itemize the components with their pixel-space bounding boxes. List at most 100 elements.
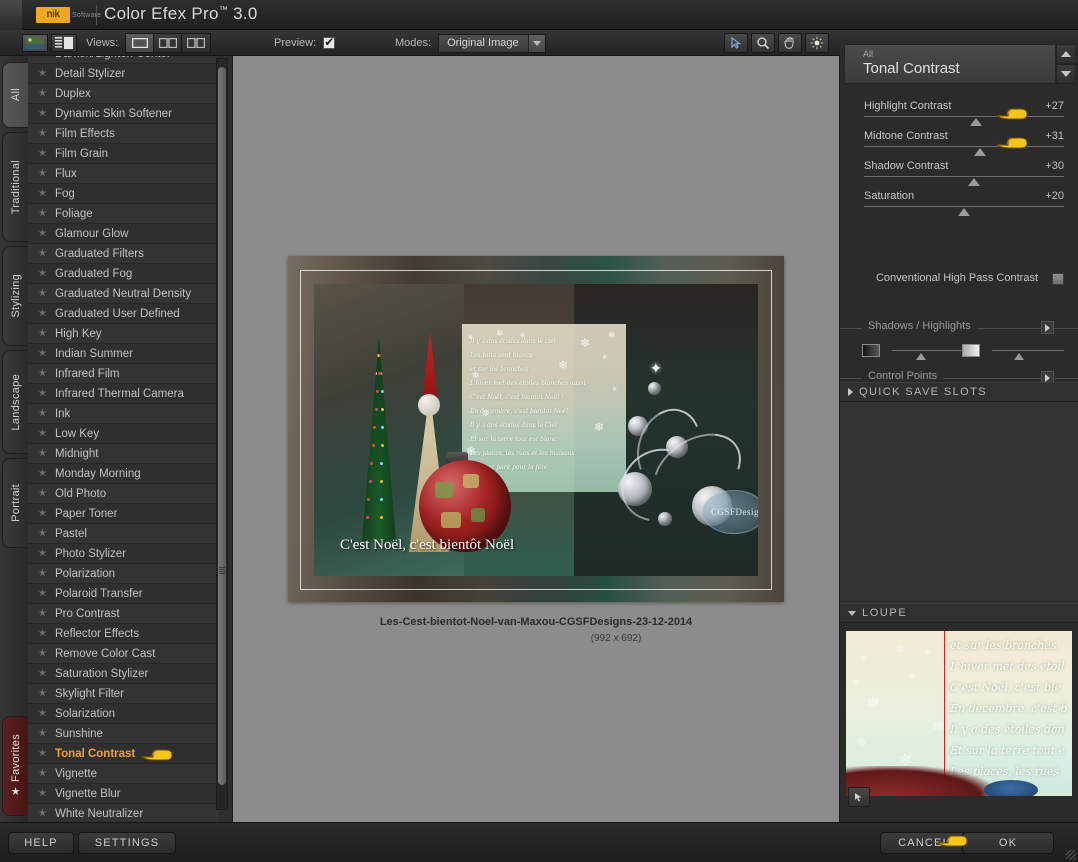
arrow-tool-button[interactable] <box>724 33 748 53</box>
highlights-swatch[interactable] <box>962 344 980 357</box>
star-icon[interactable]: ★ <box>38 608 47 619</box>
star-icon[interactable]: ★ <box>38 788 47 799</box>
filter-list-item[interactable]: ★ Sunshine <box>28 724 218 744</box>
sidebar-item-landscape[interactable]: Landscape <box>2 350 28 454</box>
settings-button[interactable]: SETTINGS <box>78 832 176 854</box>
filter-list-item[interactable]: ★ Polarization <box>28 564 218 584</box>
image-thumbnail-toggle[interactable] <box>22 34 48 52</box>
loupe-preview[interactable]: ❄❄❄❄❄❄❄❄❄❄ et sur les branchesL'hiver me… <box>846 631 1072 796</box>
filter-list-item[interactable]: ★ Dynamic Skin Softener <box>28 104 218 124</box>
filter-list-item[interactable]: ★ Polaroid Transfer <box>28 584 218 604</box>
preview-canvas[interactable]: Il y a des étoiles dans le ciel Les toits… <box>233 56 840 822</box>
star-icon[interactable]: ★ <box>38 68 47 79</box>
filter-list-item[interactable]: ★ Pastel <box>28 524 218 544</box>
star-icon[interactable]: ★ <box>38 768 47 779</box>
filter-list[interactable]: ★ Darken/Lighten Center ★ Detail Stylizer ★ D… <box>28 56 218 822</box>
star-icon[interactable]: ★ <box>38 428 47 439</box>
slider-knob[interactable] <box>970 118 982 126</box>
star-icon[interactable]: ★ <box>38 488 47 499</box>
filter-list-item[interactable]: ★ Ink <box>28 404 218 424</box>
pan-tool-button[interactable] <box>778 33 802 53</box>
star-icon[interactable]: ★ <box>38 228 47 239</box>
star-icon[interactable]: ★ <box>38 688 47 699</box>
star-icon[interactable]: ★ <box>38 408 47 419</box>
preview-image-wrapper[interactable]: Il y a des étoiles dans le ciel Les toits… <box>288 256 784 602</box>
shadows-highlights-controls[interactable] <box>840 344 1078 372</box>
filter-list-item[interactable]: ★ Graduated Fog <box>28 264 218 284</box>
list-view-toggle[interactable] <box>51 34 77 52</box>
loupe-panel[interactable]: ❄❄❄❄❄❄❄❄❄❄ et sur les branchesL'hiver me… <box>840 623 1078 813</box>
preview-checkbox[interactable] <box>323 35 336 49</box>
split-view-button[interactable] <box>154 34 183 52</box>
star-icon[interactable]: ★ <box>38 268 47 279</box>
star-icon[interactable]: ★ <box>38 148 47 159</box>
filter-list-item[interactable]: ★ Reflector Effects <box>28 624 218 644</box>
filter-list-item[interactable]: ★ Photo Stylizer <box>28 544 218 564</box>
filter-list-item[interactable]: ★ Tonal Contrast <box>28 744 218 764</box>
star-icon[interactable]: ★ <box>38 348 47 359</box>
star-icon[interactable]: ★ <box>38 328 47 339</box>
sidebar-item-stylizing[interactable]: Stylizing <box>2 246 28 346</box>
star-icon[interactable]: ★ <box>38 368 47 379</box>
star-icon[interactable]: ★ <box>38 168 47 179</box>
filter-list-item[interactable]: ★ Glamour Glow <box>28 224 218 244</box>
sidebar-item-portrait[interactable]: Portrait <box>2 458 28 548</box>
slider-row[interactable]: Shadow Contrast +30 <box>840 160 1078 188</box>
filter-list-item[interactable]: ★ Film Grain <box>28 144 218 164</box>
star-icon[interactable]: ★ <box>38 128 47 139</box>
star-icon[interactable]: ★ <box>38 508 47 519</box>
slider-group[interactable]: Highlight Contrast +27 Midtone Contrast +31… <box>840 100 1078 220</box>
ok-button[interactable]: OK <box>962 832 1054 854</box>
star-icon[interactable]: ★ <box>38 548 47 559</box>
star-icon[interactable]: ★ <box>38 308 47 319</box>
slider-knob[interactable] <box>968 178 980 186</box>
shadows-swatch[interactable] <box>862 344 880 357</box>
filter-list-item[interactable]: ★ Foliage <box>28 204 218 224</box>
filter-list-item[interactable]: ★ Paper Toner <box>28 504 218 524</box>
filter-list-item[interactable]: ★ Graduated Filters <box>28 244 218 264</box>
shadows-highlights-expand-button[interactable] <box>1041 321 1054 334</box>
shadows-slider-knob[interactable] <box>916 353 926 360</box>
slider-track[interactable] <box>864 116 1064 117</box>
star-icon[interactable]: ★ <box>38 648 47 659</box>
filter-list-item[interactable]: ★ Fog <box>28 184 218 204</box>
preview-image[interactable]: Il y a des étoiles dans le ciel Les toits… <box>288 256 784 602</box>
filter-list-item[interactable]: ★ Vignette <box>28 764 218 784</box>
resize-grip[interactable] <box>1066 850 1076 860</box>
star-icon[interactable]: ★ <box>38 588 47 599</box>
filter-list-item[interactable]: ★ Graduated Neutral Density <box>28 284 218 304</box>
filter-list-item[interactable]: ★ Indian Summer <box>28 344 218 364</box>
view-mode-segment[interactable] <box>125 33 212 53</box>
star-icon[interactable]: ★ <box>38 388 47 399</box>
star-icon[interactable]: ★ <box>38 708 47 719</box>
filter-list-item[interactable]: ★ Saturation Stylizer <box>28 664 218 684</box>
filter-list-item[interactable]: ★ Skylight Filter <box>28 684 218 704</box>
filter-list-item[interactable]: ★ Solarization <box>28 704 218 724</box>
cancel-button[interactable]: CANCEL <box>880 832 968 854</box>
filter-list-item[interactable]: ★ Midnight <box>28 444 218 464</box>
filter-list-item[interactable]: ★ Flux <box>28 164 218 184</box>
loupe-header[interactable]: LOUPE <box>840 603 1078 623</box>
star-icon[interactable]: ★ <box>38 468 47 479</box>
slider-track[interactable] <box>864 176 1064 177</box>
brightness-tool-button[interactable] <box>805 33 829 53</box>
filter-nav-buttons[interactable] <box>1056 44 1076 84</box>
filter-list-item[interactable]: ★ Remove Color Cast <box>28 644 218 664</box>
star-icon[interactable]: ★ <box>38 668 47 679</box>
sidebar-item-favorites[interactable]: Favorites ★ <box>2 716 28 816</box>
slider-knob[interactable] <box>958 208 970 216</box>
help-button[interactable]: HELP <box>8 832 74 854</box>
modes-dropdown[interactable]: Original Image <box>438 33 547 53</box>
next-filter-button[interactable] <box>1056 64 1076 84</box>
filter-list-item[interactable]: ★ Duplex <box>28 84 218 104</box>
star-icon[interactable]: ★ <box>38 288 47 299</box>
slider-knob[interactable] <box>974 148 986 156</box>
slider-track[interactable] <box>864 206 1064 207</box>
filter-list-item[interactable]: ★ Old Photo <box>28 484 218 504</box>
filter-list-scrollbar[interactable] <box>216 58 228 810</box>
filter-list-item[interactable]: ★ White Neutralizer <box>28 804 218 822</box>
high-pass-contrast-checkbox[interactable] <box>1052 273 1064 285</box>
filter-list-item[interactable]: ★ Vignette Blur <box>28 784 218 804</box>
star-icon[interactable]: ★ <box>38 208 47 219</box>
star-icon[interactable]: ★ <box>38 448 47 459</box>
